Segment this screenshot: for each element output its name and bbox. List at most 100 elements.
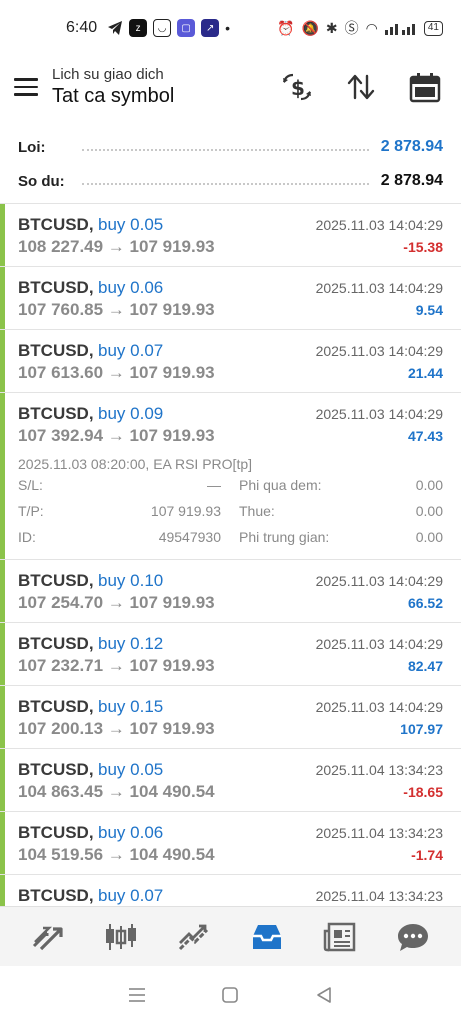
trade-prices: 104 519.56 → 104 490.54 <box>18 845 215 864</box>
trade-prices: 107 760.85 → 107 919.93 <box>18 300 215 319</box>
trade-row[interactable]: BTCUSD, buy 0.05 2025.11.04 13:34:23 104 … <box>0 749 461 812</box>
trade-side: buy 0.10 <box>98 571 164 590</box>
sl-label: S/L: <box>18 477 43 493</box>
balance-label: So du: <box>18 172 65 190</box>
status-bar: 6:40 z ◡ ▢ ↗ • ⏰ 🔕 ✱ Ⓢ ◠ 41 <box>0 0 461 56</box>
trade-time: 2025.11.03 14:04:29 <box>315 636 443 652</box>
trade-symbol: BTCUSD, <box>18 634 94 653</box>
home-icon <box>222 987 239 1003</box>
app-header: Lich su giao dich Tat ca symbol $ <box>0 56 461 118</box>
nav-chat[interactable] <box>388 912 438 962</box>
trade-side: buy 0.07 <box>98 886 164 905</box>
trade-symbol: BTCUSD, <box>18 571 94 590</box>
mute-icon: 🔕 <box>301 19 319 36</box>
back-icon <box>317 987 331 1003</box>
menu-icon <box>14 78 38 81</box>
balance-row: So du: 2 878.94 <box>18 164 443 198</box>
trade-symbol: BTCUSD, <box>18 886 94 905</box>
chart-icon <box>106 923 137 950</box>
summary-panel: Loi: 2 878.94 So du: 2 878.94 <box>0 130 461 202</box>
calendar-button[interactable] <box>403 65 447 109</box>
trade-side: buy 0.15 <box>98 697 164 716</box>
trade-prices: 104 863.45 → 104 490.54 <box>18 782 215 801</box>
nav-history[interactable] <box>242 912 292 962</box>
history-icon <box>252 924 281 949</box>
trade-row[interactable]: BTCUSD, buy 0.15 2025.11.03 14:04:29 107 … <box>0 686 461 749</box>
commission-value: 0.00 <box>415 529 443 545</box>
status-time: 6:40 <box>66 19 98 36</box>
trade-profit: 9.54 <box>415 302 443 318</box>
trade-side: buy 0.09 <box>98 404 164 423</box>
trade-side: buy 0.06 <box>98 823 164 842</box>
profit-row: Loi: 2 878.94 <box>18 130 443 164</box>
trade-side: buy 0.07 <box>98 341 164 360</box>
trade-time: 2025.11.04 13:34:23 <box>315 762 443 778</box>
trade-prices: 107 200.13 → 107 919.93 <box>18 719 215 738</box>
nav-news[interactable] <box>315 912 365 962</box>
recents-icon <box>128 988 145 1002</box>
trade-side: buy 0.05 <box>98 760 164 779</box>
trade-symbol: BTCUSD, <box>18 823 94 842</box>
trade-icon <box>179 924 209 950</box>
nav-chart[interactable] <box>96 912 146 962</box>
trade-side: buy 0.05 <box>98 215 164 234</box>
trade-time: 2025.11.03 14:04:29 <box>315 573 443 589</box>
trade-prices: 107 613.60 → 107 919.93 <box>18 363 215 382</box>
nav-quotes[interactable] <box>23 912 73 962</box>
symbol-filter-title[interactable]: Tat ca symbol <box>52 85 174 108</box>
recent-apps-button[interactable] <box>119 977 155 1013</box>
nav-trade[interactable] <box>169 912 219 962</box>
trade-time: 2025.11.03 14:04:29 <box>315 406 443 422</box>
trade-row[interactable]: BTCUSD, buy 0.06 2025.11.03 14:04:29 107 … <box>0 267 461 330</box>
profit-label: Loi: <box>18 138 46 156</box>
trade-row[interactable]: BTCUSD, buy 0.07 2025.11.04 13:34:23 <box>0 875 461 906</box>
trade-prices: 107 392.94 → 107 919.93 <box>18 426 215 445</box>
trade-row[interactable]: BTCUSD, buy 0.10 2025.11.03 14:04:29 107 … <box>0 560 461 623</box>
currency-button[interactable]: $ <box>275 65 319 109</box>
trade-symbol: BTCUSD, <box>18 341 94 360</box>
trade-row[interactable]: BTCUSD, buy 0.12 2025.11.03 14:04:29 107 … <box>0 623 461 686</box>
sort-button[interactable] <box>339 65 383 109</box>
wifi-icon: ◠ <box>365 19 378 36</box>
menu-button[interactable] <box>0 61 52 113</box>
trade-prices: 107 254.70 → 107 919.93 <box>18 593 215 612</box>
trade-time: 2025.11.03 14:04:29 <box>315 343 443 359</box>
battery-icon: 41 <box>423 20 443 36</box>
svg-text:$: $ <box>291 76 305 100</box>
trade-profit: 66.52 <box>407 595 443 611</box>
trade-row-expanded[interactable]: BTCUSD, buy 0.09 2025.11.03 14:04:29 107 … <box>0 393 461 560</box>
id-value: 49547930 <box>158 529 221 545</box>
news-icon <box>323 922 355 951</box>
app-icon: ▢ <box>177 19 196 37</box>
trade-profit: -18.65 <box>403 784 443 800</box>
trade-time: 2025.11.03 14:04:29 <box>315 217 443 233</box>
alarm-icon: ⏰ <box>277 19 295 36</box>
trade-prices: 107 232.71 → 107 919.93 <box>18 656 215 675</box>
dollar-exchange-icon: $ <box>282 73 312 101</box>
trade-prices: 108 227.49 → 107 919.93 <box>18 237 215 256</box>
tp-label: T/P: <box>18 503 44 519</box>
trade-time: 2025.11.04 13:34:23 <box>315 825 443 841</box>
trade-symbol: BTCUSD, <box>18 760 94 779</box>
commission-label: Phi trung gian: <box>239 529 330 545</box>
back-button[interactable] <box>306 977 342 1013</box>
quotes-icon <box>33 926 64 950</box>
trade-row[interactable]: BTCUSD, buy 0.07 2025.11.03 14:04:29 107 … <box>0 330 461 393</box>
tax-label: Thue: <box>239 503 275 519</box>
trade-symbol: BTCUSD, <box>18 278 94 297</box>
trade-row[interactable]: BTCUSD, buy 0.06 2025.11.04 13:34:23 104 … <box>0 812 461 875</box>
home-button[interactable] <box>212 977 248 1013</box>
trade-profit: -15.38 <box>403 239 443 255</box>
tax-value: 0.00 <box>415 503 443 519</box>
bottom-nav <box>0 906 461 966</box>
dotted-leader <box>82 177 369 185</box>
system-nav <box>0 966 461 1024</box>
signal-icon <box>384 24 415 35</box>
chat-icon <box>397 923 428 951</box>
trade-profit: 82.47 <box>407 658 443 674</box>
trade-row[interactable]: BTCUSD, buy 0.05 2025.11.03 14:04:29 108 … <box>0 204 461 267</box>
trade-profit: 21.44 <box>407 365 443 381</box>
trade-list[interactable]: BTCUSD, buy 0.05 2025.11.03 14:04:29 108 … <box>0 204 461 906</box>
header-actions: $ <box>275 65 461 109</box>
trade-details-grid: S/L: — Phi qua dem: 0.00 T/P: 107 919.93… <box>18 472 443 550</box>
